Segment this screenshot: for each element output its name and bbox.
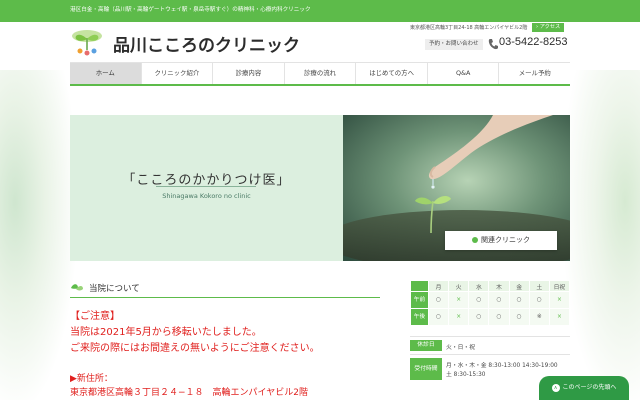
schedule-day: 土 xyxy=(528,280,550,292)
background-blur-left xyxy=(0,70,75,400)
schedule-row-morning: 午前 ○ × ○ ○ ○ ○ × xyxy=(410,291,571,309)
background-blur-right xyxy=(565,70,640,400)
schedule-cell: ※ xyxy=(528,308,550,326)
schedule-day: 木 xyxy=(488,280,510,292)
closed-days-row: 休診日 火・日・祝 xyxy=(410,340,570,351)
top-banner-text: 港区白金・高輪（品川駅・高輪ゲートウェイ駅・泉岳寺駅すぐ）の精神科・心療内科クリ… xyxy=(70,7,311,13)
nav-item-flow[interactable]: 診療の流れ xyxy=(284,63,357,84)
schedule-cell: × xyxy=(448,308,470,326)
contact-label: 予約・お問い合わせ xyxy=(425,39,483,50)
reception-hours-saturday: 土 8:30-15:30 xyxy=(446,372,486,378)
site-header: 品川こころのクリニック 東京都港区高輪3丁目24-18 高輪エンパイヤビル2階 … xyxy=(0,22,640,62)
phone-number[interactable]: 03-5422-8253 xyxy=(499,36,568,48)
notice-line: 【ご注意】 xyxy=(70,311,120,322)
section-title: 当院について xyxy=(89,284,140,294)
schedule-cell: × xyxy=(548,308,571,326)
notice-line: 当院は2021年5月から移転いたしました。 xyxy=(70,327,262,338)
top-banner: 港区白金・高輪（品川駅・高輪ゲートウェイ駅・泉岳寺駅すぐ）の精神科・心療内科クリ… xyxy=(0,0,640,22)
schedule-corner xyxy=(410,280,429,292)
related-clinic-label: 関連クリニック xyxy=(481,236,530,244)
section-header-about: 当院について xyxy=(70,280,380,298)
schedule-cell: × xyxy=(448,291,470,309)
site-logo-text[interactable]: 品川こころのクリニック xyxy=(113,31,300,56)
arrow-circle-icon xyxy=(472,237,478,243)
schedule-header-row: 月 火 水 木 金 土 日祝 xyxy=(410,280,571,292)
hero-divider xyxy=(156,186,256,187)
page-top-button[interactable]: ∧ このページの先頭へ xyxy=(539,376,629,400)
schedule-cell: ○ xyxy=(528,291,550,309)
schedule-cell: ○ xyxy=(427,291,450,309)
schedule-cell: × xyxy=(548,291,571,309)
schedule-row-label: 午前 xyxy=(410,291,429,309)
schedule-cell: ○ xyxy=(468,308,490,326)
new-address-label: ▶新住所： xyxy=(70,374,113,384)
schedule-day: 水 xyxy=(468,280,490,292)
schedule-day: 日祝 xyxy=(548,280,571,292)
schedule-cell: ○ xyxy=(488,291,510,309)
header-address: 東京都港区高輪3丁目24-18 高輪エンパイヤビル2階 xyxy=(410,25,528,31)
schedule-day: 月 xyxy=(427,280,450,292)
chevron-up-icon: ∧ xyxy=(551,383,560,392)
main-nav: ホーム クリニック紹介 診療内容 診療の流れ はじめての方へ Q&A メール予約 xyxy=(70,62,571,86)
relocation-notice: 【ご注意】 当院は2021年5月から移転いたしました。 ご来院の際にはお間違えの… xyxy=(70,309,320,357)
related-clinic-button[interactable]: 関連クリニック xyxy=(445,231,557,250)
clover-logo-icon[interactable] xyxy=(70,26,104,58)
closed-days-value: 火・日・祝 xyxy=(446,345,475,351)
schedule-divider xyxy=(410,354,570,355)
closed-days-label: 休診日 xyxy=(410,340,442,351)
reception-hours-weekday: 月・水・木・金 8:30-13:00 14:30-19:00 xyxy=(446,363,558,369)
schedule-row-label: 午後 xyxy=(410,308,429,326)
notice-line: ご来院の際にはお間違えの無いようにご注意ください。 xyxy=(70,343,320,354)
schedule-cell: ○ xyxy=(488,308,510,326)
nav-item-mail-reserve[interactable]: メール予約 xyxy=(499,63,571,84)
schedule-row-afternoon: 午後 ○ × ○ ○ ○ ※ × xyxy=(410,308,571,326)
leaf-icon xyxy=(71,284,83,291)
schedule-day: 金 xyxy=(508,280,530,292)
access-link[interactable]: › アクセス xyxy=(532,23,565,32)
schedule-cell: ○ xyxy=(427,308,450,326)
reception-hours-label: 受付時間 xyxy=(410,358,442,380)
nav-item-services[interactable]: 診療内容 xyxy=(213,63,285,84)
nav-item-first-visit[interactable]: はじめての方へ xyxy=(356,63,428,84)
schedule-cell: ○ xyxy=(468,291,490,309)
hero-subtitle: Shinagawa Kokoro no clinic xyxy=(162,192,251,200)
schedule-cell: ○ xyxy=(508,308,530,326)
phone-icon xyxy=(488,39,498,50)
schedule-divider xyxy=(410,336,570,337)
page-top-label: このページの先頭へ xyxy=(562,384,617,391)
schedule-table: 月 火 水 木 金 土 日祝 午前 ○ × ○ ○ ○ ○ × 午後 ○ × ○… xyxy=(410,280,571,326)
hero-text-panel: 「こころのかかりつけ医」 Shinagawa Kokoro no clinic xyxy=(70,115,343,261)
schedule-day: 火 xyxy=(448,280,470,292)
schedule-cell: ○ xyxy=(508,291,530,309)
nav-item-home[interactable]: ホーム xyxy=(70,63,142,84)
hero-banner: 「こころのかかりつけ医」 Shinagawa Kokoro no clinic … xyxy=(70,115,570,261)
new-address: 東京都港区高輪３丁目２４−１８ 高輪エンパイヤビル2階 xyxy=(70,388,308,398)
nav-item-clinic-intro[interactable]: クリニック紹介 xyxy=(141,63,214,84)
nav-item-qa[interactable]: Q&A xyxy=(427,63,500,84)
